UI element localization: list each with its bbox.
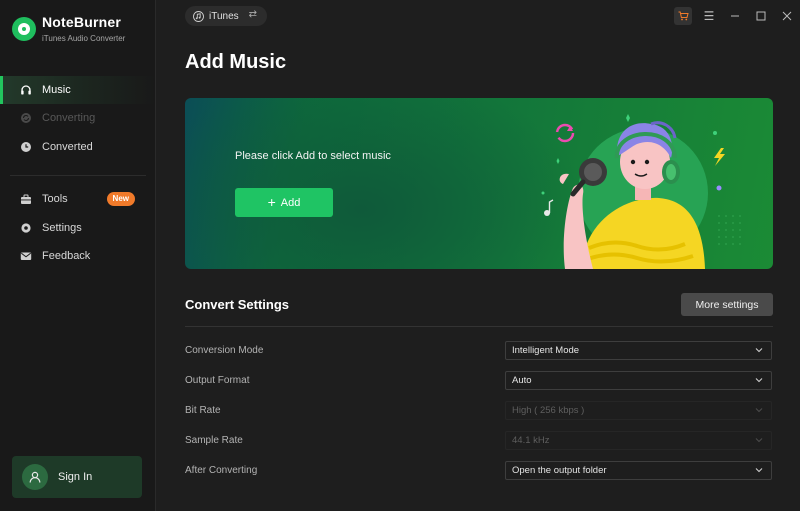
sidebar-divider — [10, 175, 146, 176]
cart-icon[interactable] — [674, 7, 692, 25]
convert-settings-title: Convert Settings — [185, 297, 290, 312]
menu-icon[interactable]: ☰ — [696, 7, 722, 25]
sidebar: NoteBurner iTunes Audio Converter Music … — [0, 0, 156, 511]
source-label: iTunes — [209, 10, 239, 22]
chevron-down-icon — [755, 378, 763, 383]
sidebar-item-label: Settings — [42, 222, 82, 234]
sample-rate-select: 44.1 kHz — [505, 431, 772, 450]
new-badge: New — [106, 192, 135, 206]
page-title: Add Music — [185, 51, 287, 73]
output-format-value: Auto — [512, 375, 532, 386]
app-subtitle: iTunes Audio Converter — [42, 34, 126, 43]
sample-rate-label: Sample Rate — [185, 435, 243, 446]
toolbox-icon — [20, 193, 32, 205]
sidebar-item-music[interactable]: Music — [0, 76, 155, 104]
sign-in-label: Sign In — [58, 471, 93, 483]
gear-icon — [20, 222, 32, 234]
sample-rate-value: 44.1 kHz — [512, 435, 550, 446]
bit-rate-value: High ( 256 kbps ) — [512, 405, 585, 416]
after-converting-select[interactable]: Open the output folder — [505, 461, 772, 480]
add-button[interactable]: + Add — [235, 188, 333, 217]
user-avatar-icon — [22, 464, 48, 490]
sidebar-item-feedback[interactable]: Feedback — [0, 242, 155, 270]
add-label: Add — [280, 196, 301, 209]
mail-icon — [20, 250, 32, 262]
sidebar-item-label: Music — [42, 84, 71, 96]
sidebar-item-label: Tools — [42, 193, 68, 205]
source-selector[interactable]: iTunes ⇄ — [185, 6, 267, 26]
output-format-select[interactable]: Auto — [505, 371, 772, 390]
chevron-down-icon — [755, 468, 763, 473]
more-settings-button[interactable]: More settings — [681, 293, 773, 316]
sidebar-item-settings[interactable]: Settings — [0, 214, 155, 242]
bit-rate-select: High ( 256 kbps ) — [505, 401, 772, 420]
music-note-icon — [193, 10, 204, 22]
clock-icon — [20, 141, 32, 153]
singer-illustration — [541, 114, 741, 269]
close-icon[interactable] — [774, 7, 800, 25]
bit-rate-label: Bit Rate — [185, 405, 221, 416]
banner-text: Please click Add to select music — [235, 150, 391, 162]
headphones-icon — [20, 84, 32, 96]
window-controls: ☰ — [674, 7, 800, 25]
conversion-mode-label: Conversion Mode — [185, 345, 264, 356]
app-name: NoteBurner — [42, 14, 122, 30]
sidebar-item-label: Converting — [42, 112, 96, 124]
conversion-mode-select[interactable]: Intelligent Mode — [505, 341, 772, 360]
maximize-icon[interactable] — [748, 7, 774, 25]
sidebar-item-tools[interactable]: Tools New — [0, 185, 155, 213]
sidebar-item-converted[interactable]: Converted — [0, 133, 155, 161]
section-divider — [185, 326, 773, 327]
sidebar-item-label: Converted — [42, 141, 93, 153]
after-converting-label: After Converting — [185, 465, 258, 476]
chevron-down-icon — [755, 408, 763, 413]
minimize-icon[interactable] — [722, 7, 748, 25]
sidebar-item-converting: Converting — [0, 104, 155, 132]
chevron-down-icon — [755, 348, 763, 353]
brand: NoteBurner iTunes Audio Converter — [12, 14, 125, 43]
plus-icon: + — [267, 193, 276, 210]
noteburner-logo-icon — [12, 17, 36, 41]
chevron-down-icon — [755, 438, 763, 443]
after-converting-value: Open the output folder — [512, 465, 607, 476]
conversion-mode-value: Intelligent Mode — [512, 345, 580, 356]
output-format-label: Output Format — [185, 375, 250, 386]
sidebar-item-label: Feedback — [42, 250, 91, 262]
swap-icon[interactable]: ⇄ — [249, 9, 257, 20]
sign-in-button[interactable]: Sign In — [12, 456, 142, 498]
add-music-banner: Please click Add to select music + Add — [185, 98, 773, 269]
sync-icon — [20, 112, 32, 124]
